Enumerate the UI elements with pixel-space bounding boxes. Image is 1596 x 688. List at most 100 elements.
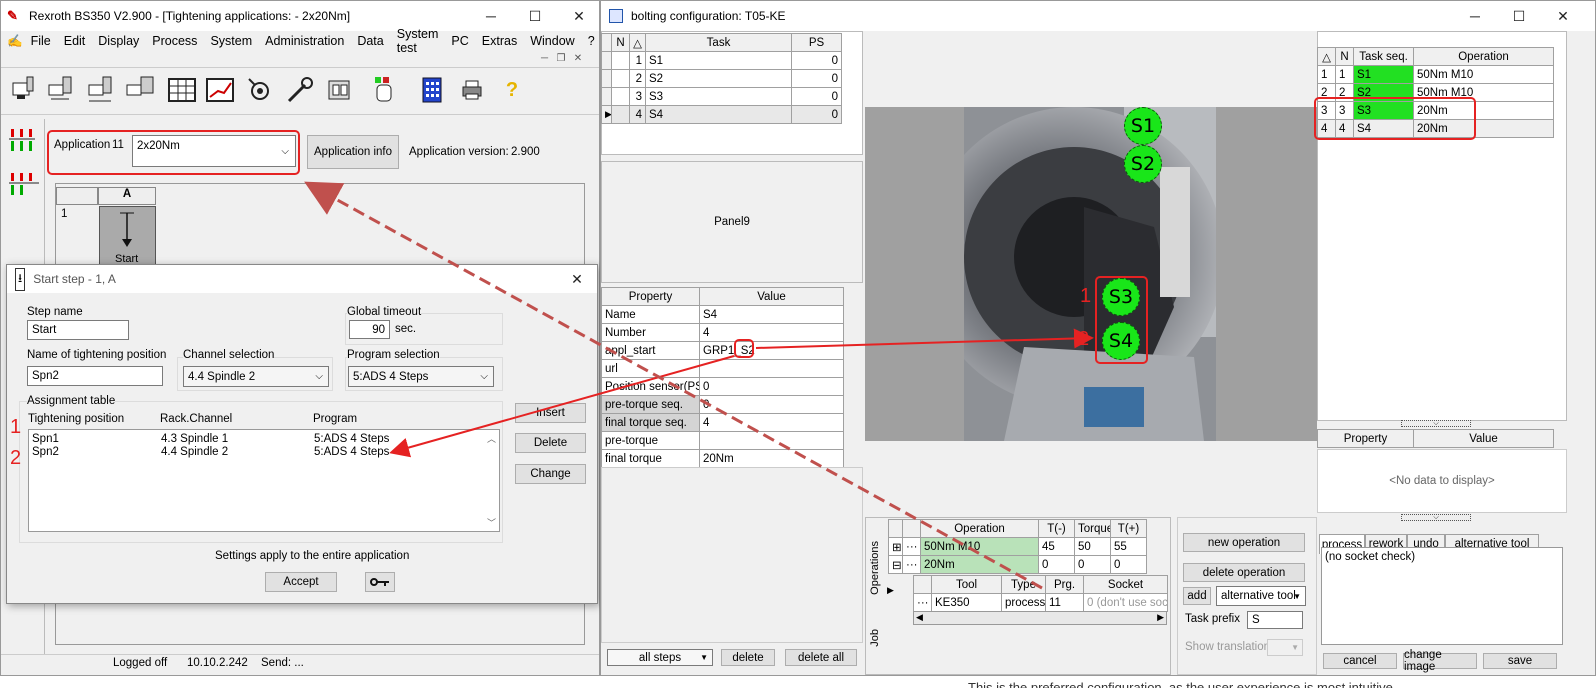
col-sort[interactable]: △ [629, 33, 646, 52]
alternative-tool-select[interactable]: alternative tool ▼ [1216, 586, 1306, 606]
delete-operation-button[interactable]: delete operation [1183, 563, 1305, 582]
hand-icon[interactable] [367, 73, 401, 107]
minimize-icon[interactable]: ─ [469, 1, 513, 31]
table-row[interactable]: 3 S3 0 [601, 87, 842, 106]
table-row[interactable]: url [601, 359, 844, 378]
menu-help[interactable]: ? [588, 34, 595, 48]
menu-file[interactable]: File [31, 34, 51, 48]
menu-display[interactable]: Display [98, 34, 139, 48]
table-row[interactable]: ···KE350process110 (don't use socke [913, 593, 1168, 612]
col-n[interactable]: N [611, 33, 630, 52]
save-button[interactable]: save [1483, 653, 1557, 669]
ellipsis-icon[interactable]: ··· [902, 555, 921, 574]
mdi-close-icon[interactable]: ✕ [574, 53, 582, 64]
menu-process[interactable]: Process [152, 34, 197, 48]
translation-select[interactable]: ▼ [1267, 639, 1303, 656]
computer-icon[interactable] [83, 73, 117, 107]
maximize-icon[interactable]: ☐ [513, 1, 557, 31]
all-steps-select[interactable]: all steps ▼ [607, 649, 713, 666]
table-row[interactable]: 2 S2 0 [601, 69, 842, 88]
menu-administration[interactable]: Administration [265, 34, 344, 48]
table-row[interactable]: Number 4 [601, 323, 844, 342]
tool-hscrollbar[interactable]: ◀ ▶ [913, 611, 1167, 625]
printer-icon[interactable] [455, 73, 489, 107]
add-button[interactable]: add [1183, 587, 1211, 605]
scroll-right-icon[interactable]: ▶ [1157, 612, 1164, 623]
delete-button[interactable]: Delete [515, 433, 586, 453]
wrench-icon[interactable] [283, 73, 317, 107]
table-row[interactable]: ▶ 4 S4 0 [601, 105, 842, 124]
scroll-up-icon[interactable]: ︿ [487, 432, 496, 445]
mdi-minimize-icon[interactable]: ─ [541, 53, 548, 64]
scroll-down-icon[interactable]: ﹀ [487, 516, 496, 529]
position-marker-s1[interactable]: S1 [1124, 107, 1162, 145]
menu-pc[interactable]: PC [451, 34, 468, 48]
col-ps[interactable]: PS [791, 33, 842, 52]
global-timeout-input[interactable]: 90 [349, 320, 390, 339]
machine-icon[interactable] [323, 73, 357, 107]
operations-tab[interactable]: Operations [869, 541, 881, 595]
table-row[interactable]: pre-torque [601, 431, 844, 450]
channel-select[interactable]: 4.4 Spindle 2 ⌵ [183, 366, 329, 387]
task-prefix-input[interactable]: S [1247, 611, 1303, 629]
menu-window[interactable]: Window [530, 34, 574, 48]
assignment-list[interactable]: Spn1 4.3 Spindle 1 5:ADS 4 Steps Spn2 4.… [28, 429, 500, 532]
table-row[interactable]: Position sensor(PS) 0 [601, 377, 844, 396]
change-image-button[interactable]: change image [1403, 649, 1477, 673]
network-icon[interactable] [43, 73, 77, 107]
calculator-icon[interactable] [415, 73, 449, 107]
table-row[interactable]: 1 S1 0 [601, 51, 842, 70]
close-icon[interactable]: ✕ [557, 1, 601, 31]
table-row[interactable]: ⊞ ··· 50Nm M10 45 50 55 [888, 537, 1147, 556]
dialog-close-icon[interactable]: ✕ [555, 265, 599, 293]
change-button[interactable]: Change [515, 464, 586, 484]
ellipsis-icon[interactable]: ··· [902, 537, 921, 556]
table-row[interactable]: pre-torque seq. 0 [601, 395, 844, 414]
socket-text-area[interactable]: (no socket check) [1321, 547, 1563, 645]
menu-edit[interactable]: Edit [64, 34, 86, 48]
position-marker-s2[interactable]: S2 [1124, 145, 1162, 183]
step-right-icon[interactable] [9, 171, 39, 202]
tightening-position-input[interactable]: Spn2 [27, 366, 163, 386]
key-button[interactable] [365, 572, 395, 592]
insert-button[interactable]: Insert [515, 403, 586, 423]
new-operation-button[interactable]: new operation [1183, 533, 1305, 552]
cancel-button[interactable]: cancel [1323, 653, 1397, 669]
list-item[interactable]: Spn1 4.3 Spindle 1 5:ADS 4 Steps [32, 433, 482, 446]
table-row[interactable]: appl_start GRP1_S2 [601, 341, 844, 360]
table-row[interactable]: 1 1 S1 50Nm M10 [1317, 65, 1554, 84]
program-select[interactable]: 5:ADS 4 Steps ⌵ [348, 366, 494, 387]
bolting-close-icon[interactable]: ✕ [1541, 1, 1585, 31]
delete-step-button[interactable]: delete [721, 649, 775, 666]
step-down-icon[interactable] [9, 127, 35, 158]
job-tab[interactable]: Job [869, 629, 881, 647]
list-item[interactable]: Spn2 4.4 Spindle 2 5:ADS 4 Steps [32, 446, 482, 459]
table-icon[interactable] [165, 73, 199, 107]
step-name-input[interactable]: Start [27, 320, 129, 340]
bolting-maximize-icon[interactable]: ☐ [1497, 1, 1541, 31]
delete-all-button[interactable]: delete all [785, 649, 857, 666]
menu-system-test[interactable]: System test [397, 27, 439, 55]
workstation-icon[interactable] [123, 73, 157, 107]
table-row[interactable]: Name S4 [601, 305, 844, 324]
menu-extras[interactable]: Extras [482, 34, 517, 48]
station-icon[interactable] [5, 73, 39, 107]
bolting-minimize-icon[interactable]: ─ [1453, 1, 1497, 31]
gear-tool-icon[interactable] [243, 73, 277, 107]
table-row[interactable]: final torque seq. 4 [601, 413, 844, 432]
mdi-restore-icon[interactable]: ❐ [556, 53, 565, 64]
ellipsis-icon[interactable]: ··· [913, 593, 932, 612]
splitter-handle[interactable]: ⌵ [1401, 420, 1471, 427]
collapse-icon[interactable]: ▶ [887, 585, 894, 596]
graph-icon[interactable] [203, 73, 237, 107]
col-task[interactable]: Task [645, 33, 792, 52]
application-info-button[interactable]: Application info [307, 135, 399, 169]
accept-button[interactable]: Accept [265, 572, 337, 592]
start-step-cell[interactable]: Start [99, 206, 156, 270]
help-icon[interactable]: ? [495, 73, 529, 107]
table-row[interactable]: final torque 20Nm [601, 449, 844, 468]
menu-system[interactable]: System [210, 34, 252, 48]
expand-icon[interactable]: ⊞ [888, 537, 903, 556]
menu-data[interactable]: Data [357, 34, 383, 48]
collapse-row-icon[interactable]: ⊟ [888, 555, 903, 574]
